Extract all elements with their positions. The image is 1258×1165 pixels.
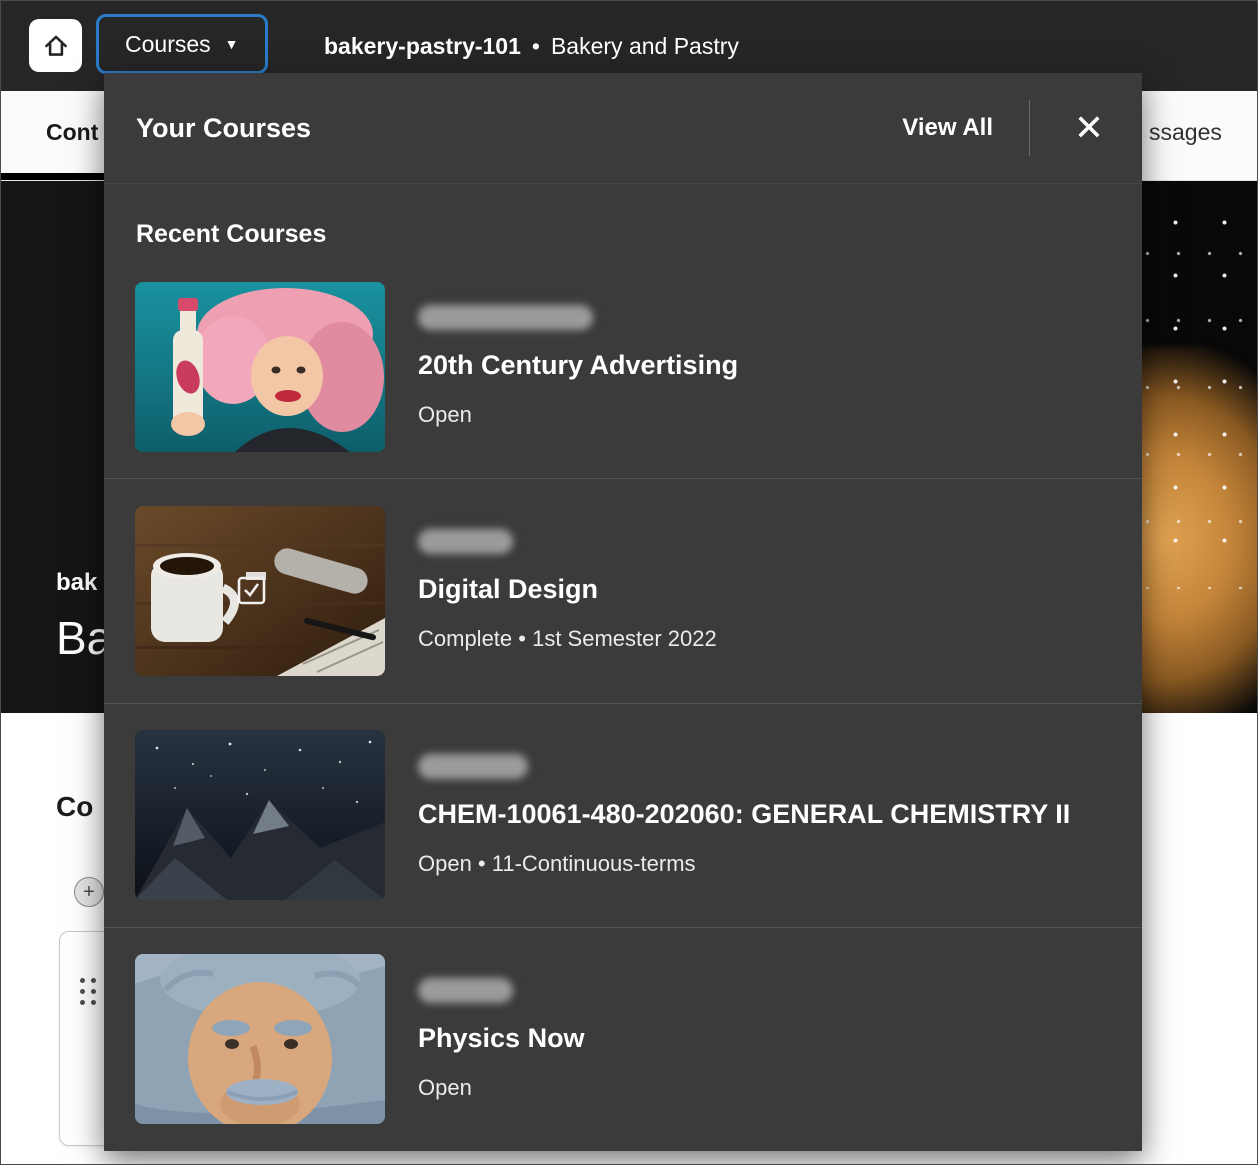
screen: Courses ▼ bakery-pastry-101 • Bakery and… — [0, 0, 1258, 1165]
course-status: Open — [418, 402, 738, 428]
course-list-item[interactable]: Digital Design Complete • 1st Semester 2… — [104, 478, 1142, 702]
plus-icon: + — [83, 882, 95, 902]
home-icon — [41, 31, 71, 61]
blurred-course-id-badge — [418, 529, 513, 554]
course-info: CHEM-10061-480-202060: GENERAL CHEMISTRY… — [418, 754, 1070, 877]
tab-content-partial[interactable]: Cont — [46, 119, 98, 146]
drag-handle-icon[interactable] — [80, 978, 96, 1005]
breadcrumb-separator: • — [532, 33, 540, 60]
blurred-course-id-badge — [418, 754, 528, 779]
breadcrumb-course-name: Bakery and Pastry — [551, 33, 739, 60]
course-status: Complete • 1st Semester 2022 — [418, 626, 717, 652]
banner-sugar-dots — [1140, 189, 1257, 589]
course-info: Digital Design Complete • 1st Semester 2… — [418, 529, 717, 652]
chevron-down-icon: ▼ — [225, 37, 239, 51]
courses-button-label: Courses — [125, 31, 211, 58]
course-info: Physics Now Open — [418, 978, 585, 1101]
digital-design-thumbnail-image — [135, 506, 385, 676]
banner-course-id-partial: bak — [56, 569, 97, 597]
courses-menu-button[interactable]: Courses ▼ — [96, 14, 268, 74]
close-icon: ✕ — [1074, 110, 1104, 146]
course-status: Open — [418, 1075, 585, 1101]
add-content-button[interactable]: + — [74, 877, 104, 907]
view-all-link[interactable]: View All — [902, 114, 993, 142]
advertising-thumbnail-image — [135, 282, 385, 452]
header-divider — [1029, 100, 1030, 156]
course-list-item[interactable]: 20th Century Advertising Open — [104, 255, 1142, 478]
courses-dropdown-panel: Your Courses View All ✕ Recent Courses — [104, 73, 1142, 1151]
recent-courses-heading: Recent Courses — [136, 220, 1110, 249]
panel-title: Your Courses — [136, 113, 902, 144]
close-button[interactable]: ✕ — [1066, 105, 1112, 151]
course-thumbnail — [135, 506, 385, 676]
recent-courses-list: 20th Century Advertising Open — [104, 255, 1142, 1151]
home-button[interactable] — [29, 19, 82, 72]
course-title: 20th Century Advertising — [418, 348, 738, 382]
course-list-item[interactable]: CHEM-10061-480-202060: GENERAL CHEMISTRY… — [104, 703, 1142, 927]
course-title: Physics Now — [418, 1021, 585, 1055]
course-info: 20th Century Advertising Open — [418, 305, 738, 428]
course-thumbnail — [135, 954, 385, 1124]
blurred-course-id-badge — [418, 978, 513, 1003]
chemistry-thumbnail-image — [135, 730, 385, 900]
physics-thumbnail-image — [135, 954, 385, 1124]
course-status: Open • 11-Continuous-terms — [418, 851, 1070, 877]
course-title: Digital Design — [418, 572, 717, 606]
breadcrumb-course-id: bakery-pastry-101 — [324, 33, 521, 60]
course-title: CHEM-10061-480-202060: GENERAL CHEMISTRY… — [418, 797, 1070, 831]
course-list-item[interactable]: Physics Now Open — [104, 927, 1142, 1151]
course-thumbnail — [135, 282, 385, 452]
blurred-course-id-badge — [418, 305, 593, 330]
course-thumbnail — [135, 730, 385, 900]
content-heading-partial: Co — [56, 791, 93, 823]
panel-header: Your Courses View All ✕ — [104, 73, 1142, 184]
tab-messages-partial[interactable]: ssages — [1149, 119, 1222, 146]
